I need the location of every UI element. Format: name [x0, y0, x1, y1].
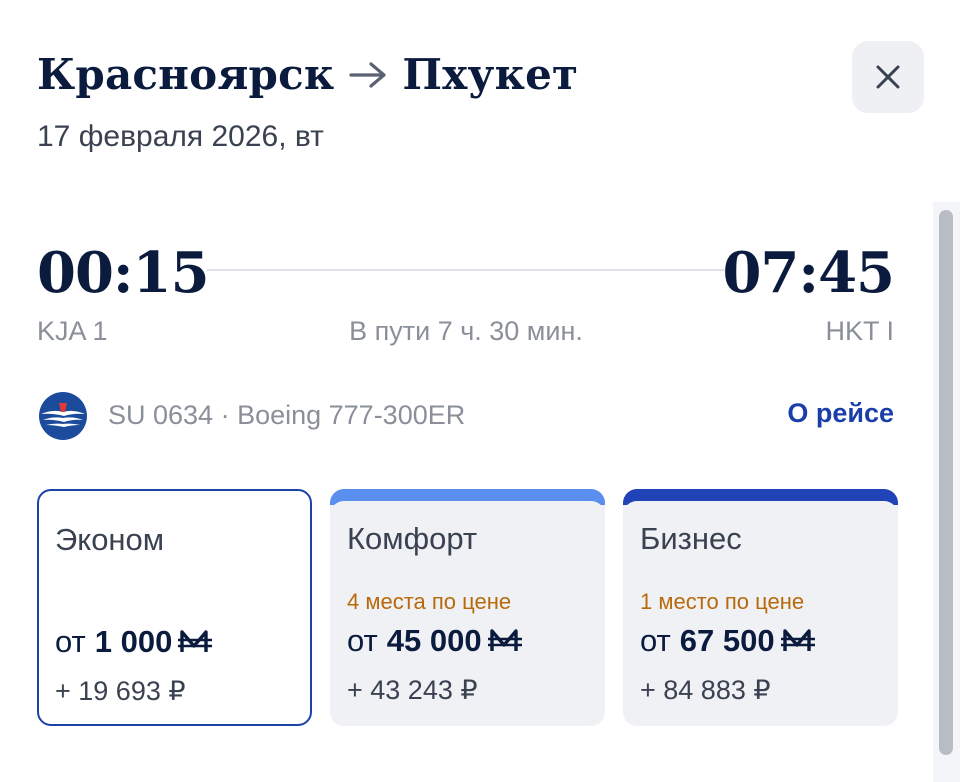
price-from-label: от [347, 623, 378, 658]
price-from-label: от [640, 623, 671, 658]
miles-currency-icon [780, 628, 816, 654]
close-button[interactable] [852, 41, 924, 113]
route-title: Красноярск Пхукет [37, 50, 578, 99]
arrival-time: 07:45 [722, 240, 895, 306]
about-flight-link[interactable]: О рейсе [787, 398, 894, 429]
aeroflot-logo [39, 392, 87, 440]
fare-surcharge: + 84 883 ₽ [640, 675, 771, 705]
fare-price: от 1 000 [55, 624, 213, 660]
arrow-right-icon [348, 60, 388, 90]
fare-card-economy[interactable]: Эконом от 1 000 + 19 693 ₽ [37, 489, 312, 726]
fare-card-comfort[interactable]: Комфорт 4 места по цене от 45 000 + 43 2… [330, 489, 605, 726]
seats-left: 1 место по цене [640, 589, 805, 614]
flight-duration: В пути 7 ч. 30 мин. [349, 316, 583, 346]
fare-card-business[interactable]: Бизнес 1 место по цене от 67 500 + 84 88… [623, 489, 898, 726]
close-icon [875, 64, 901, 90]
flight-date: 17 февраля 2026, вт [37, 120, 324, 153]
fare-name: Бизнес [640, 521, 742, 556]
seats-left: 4 места по цене [347, 589, 512, 614]
fare-name: Эконом [55, 522, 165, 557]
price-amount: 45 000 [386, 623, 482, 658]
fare-surcharge: + 43 243 ₽ [347, 675, 478, 705]
destination-city: Пхукет [402, 50, 579, 99]
flight-number-aircraft: SU 0634 · Boeing 777-300ER [108, 400, 466, 430]
origin-city: Красноярск [37, 50, 335, 99]
miles-currency-icon [177, 629, 213, 655]
arrival-airport: HKT I [825, 316, 894, 346]
miles-currency-icon [487, 628, 523, 654]
price-amount: 1 000 [94, 624, 173, 659]
fare-price: от 67 500 [640, 623, 816, 659]
departure-time: 00:15 [37, 240, 210, 306]
flight-timeline [207, 269, 725, 271]
price-amount: 67 500 [679, 623, 775, 658]
price-from-label: от [55, 624, 86, 659]
scrollbar-thumb[interactable] [939, 210, 953, 755]
departure-airport: KJA 1 [37, 316, 108, 346]
fare-name: Комфорт [347, 521, 478, 556]
fare-price: от 45 000 [347, 623, 523, 659]
fare-surcharge: + 19 693 ₽ [55, 676, 186, 706]
